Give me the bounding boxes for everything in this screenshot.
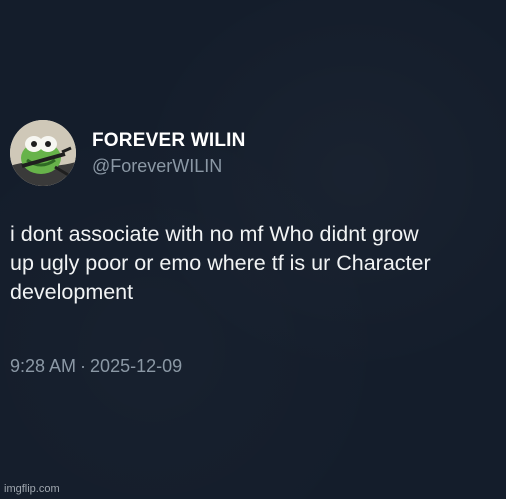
avatar[interactable] (10, 120, 76, 186)
tweet-date: 2025-12-09 (90, 356, 183, 376)
display-name[interactable]: FOREVER WILIN (92, 130, 246, 152)
tweet-header: FOREVER WILIN @ForeverWILIN (10, 120, 246, 186)
author-info: FOREVER WILIN @ForeverWILIN (92, 130, 246, 177)
user-handle[interactable]: @ForeverWILIN (92, 156, 246, 177)
tweet-card: FOREVER WILIN @ForeverWILIN i dont assoc… (0, 0, 506, 499)
tweet-text: i dont associate with no mf Who didnt gr… (10, 222, 431, 304)
tweet-meta: 9:28 AM · 2025-12-09 (10, 356, 182, 377)
meta-separator: · (80, 356, 87, 376)
kermit-frog-avatar-icon (10, 120, 76, 186)
imgflip-watermark: imgflip.com (4, 483, 60, 495)
tweet-time: 9:28 AM (10, 356, 77, 376)
